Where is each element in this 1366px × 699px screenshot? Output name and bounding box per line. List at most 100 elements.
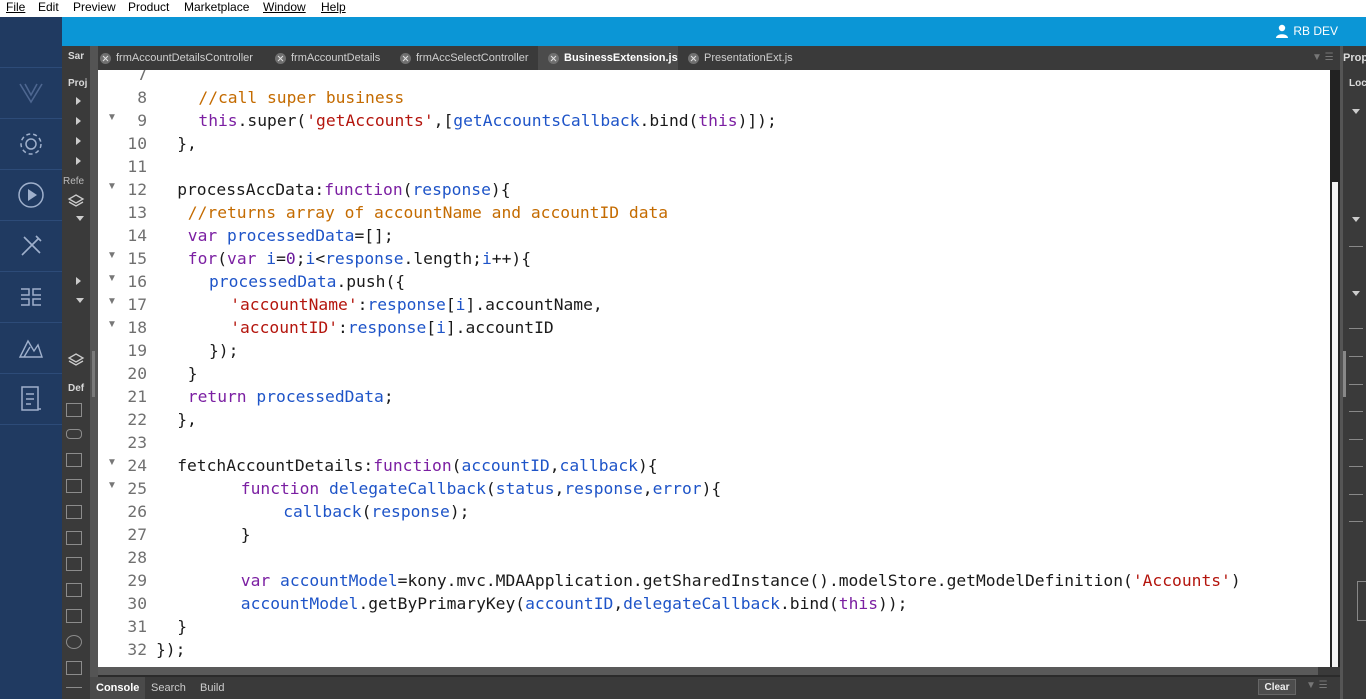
settings-gear-icon[interactable] xyxy=(0,119,62,170)
code-line[interactable]: 20} xyxy=(90,363,1330,386)
widget-textbox-icon[interactable] xyxy=(66,583,82,597)
property-item-icon[interactable] xyxy=(1349,236,1363,247)
code-line[interactable]: 32}); xyxy=(90,639,1330,662)
expand-arrow-icon[interactable] xyxy=(76,137,81,145)
expand-arrow-icon[interactable] xyxy=(76,277,81,285)
menu-marketplace[interactable]: Marketplace xyxy=(184,0,249,15)
collapse-arrow-icon[interactable] xyxy=(76,298,84,303)
tools-icon[interactable] xyxy=(0,221,62,272)
code-line[interactable]: 22}, xyxy=(90,409,1330,432)
menu-help[interactable]: Help xyxy=(321,0,346,15)
widget-checkbox-icon[interactable] xyxy=(66,505,82,519)
widget-radio-icon[interactable] xyxy=(66,635,82,649)
menu-product[interactable]: Product xyxy=(128,0,169,15)
run-play-icon[interactable] xyxy=(0,170,62,221)
widget-image-icon[interactable] xyxy=(66,557,82,571)
code-line[interactable]: 27} xyxy=(90,524,1330,547)
code-line[interactable]: ▼ 9 this.super('getAccounts',[getAccountsC… xyxy=(90,110,1330,133)
widget-list-icon[interactable] xyxy=(66,609,82,623)
tab-frmaccountdetailscontroller[interactable]: frmAccountDetailsController xyxy=(90,46,265,70)
tab-search[interactable]: Search xyxy=(145,677,192,699)
tab-frmaccountdetails[interactable]: frmAccountDetails xyxy=(265,46,390,70)
close-icon[interactable] xyxy=(548,52,559,64)
tab-console[interactable]: Console xyxy=(90,677,146,699)
property-item-icon[interactable] xyxy=(1349,484,1363,495)
user-account[interactable]: RB DEV xyxy=(1275,24,1338,38)
menu-preview[interactable]: Preview xyxy=(73,0,116,15)
property-item-icon[interactable] xyxy=(1349,346,1363,357)
widget-text-icon[interactable] xyxy=(66,661,82,675)
widget-slider-icon[interactable] xyxy=(66,687,82,699)
code-line[interactable]: 21 return processedData; xyxy=(90,386,1330,409)
widget-calendar-icon[interactable] xyxy=(66,453,82,467)
collapse-arrow-icon[interactable] xyxy=(1352,291,1360,296)
expand-arrow-icon[interactable] xyxy=(76,97,81,105)
editor-vertical-scrollbar[interactable] xyxy=(1330,70,1340,667)
menu-window[interactable]: Window xyxy=(263,0,306,15)
code-line[interactable]: 30 accountModel.getByPrimaryKey(accountID… xyxy=(90,593,1330,616)
close-icon[interactable] xyxy=(688,52,699,64)
tab-menu-icon[interactable]: ▼ ☰ xyxy=(1312,52,1334,63)
console-menu-icon[interactable]: ▼ ☰ xyxy=(1306,680,1328,691)
visualizer-logo-icon[interactable] xyxy=(0,68,62,119)
widget-window-icon[interactable] xyxy=(66,403,82,417)
code-line[interactable]: ▼ 18'accountID':response[i].accountID xyxy=(90,317,1330,340)
layers-icon[interactable] xyxy=(67,193,85,209)
editor-horizontal-scrollbar[interactable] xyxy=(90,667,1340,675)
menu-edit[interactable]: Edit xyxy=(38,0,59,15)
tab-businessextension[interactable]: BusinessExtension.js xyxy=(538,46,678,70)
menu-file[interactable]: File xyxy=(6,0,25,15)
property-item-icon[interactable] xyxy=(1349,401,1363,412)
code-line[interactable]: 31} xyxy=(90,616,1330,639)
code-line[interactable]: 14 var processedData=[]; xyxy=(90,225,1330,248)
code-line[interactable]: 7 xyxy=(90,70,1330,87)
tab-presentationext[interactable]: PresentationExt.js xyxy=(678,46,808,70)
code-line[interactable]: 19}); xyxy=(90,340,1330,363)
tab-frmaccselectcontroller[interactable]: frmAccSelectController xyxy=(390,46,538,70)
properties-scroll-thumb[interactable] xyxy=(1343,351,1346,397)
property-item-icon[interactable] xyxy=(1349,511,1363,522)
splitter-grip[interactable] xyxy=(92,351,95,397)
code-line[interactable]: 29 var accountModel=kony.mvc.MDAApplicati… xyxy=(90,570,1330,593)
expand-arrow-icon[interactable] xyxy=(76,157,81,165)
expand-arrow-icon[interactable] xyxy=(76,117,81,125)
code-line[interactable]: ▼ 25 function delegateCallback(status,resp… xyxy=(90,478,1330,501)
code-line[interactable]: 11 xyxy=(90,156,1330,179)
layers-icon[interactable] xyxy=(67,352,85,368)
property-item-icon[interactable] xyxy=(1349,429,1363,440)
code-token: //call super business xyxy=(198,88,405,107)
code-line[interactable]: ▼ 16 processedData.push({ xyxy=(90,271,1330,294)
code-line[interactable]: 8 //call super business xyxy=(90,87,1330,110)
widget-table-icon[interactable] xyxy=(66,531,82,545)
widget-button-icon[interactable] xyxy=(66,429,82,439)
code-line[interactable]: ▼ 17'accountName':response[i].accountName… xyxy=(90,294,1330,317)
collapse-arrow-icon[interactable] xyxy=(76,216,84,221)
code-line[interactable]: ▼ 24 fetchAccountDetails:function(accountI… xyxy=(90,455,1330,478)
user-icon xyxy=(1276,24,1289,38)
code-editor[interactable]: 7 8//call super business ▼ 9 this.super('get… xyxy=(90,70,1330,667)
deploy-icon[interactable] xyxy=(0,323,62,374)
property-item-icon[interactable] xyxy=(1349,456,1363,467)
collapse-arrow-icon[interactable] xyxy=(1352,109,1360,114)
widget-date-icon[interactable] xyxy=(66,479,82,493)
scroll-thumb[interactable] xyxy=(1332,182,1338,667)
close-icon[interactable] xyxy=(100,52,111,64)
clear-button[interactable]: Clear xyxy=(1258,679,1296,695)
code-line[interactable]: 13 //returns array of accountName and acc… xyxy=(90,202,1330,225)
code-line[interactable]: 10}, xyxy=(90,133,1330,156)
close-icon[interactable] xyxy=(400,52,411,64)
code-line[interactable]: ▼ 15 for(var i=0;i<response.length;i++){ xyxy=(90,248,1330,271)
collapse-arrow-icon[interactable] xyxy=(1352,217,1360,222)
property-item-icon[interactable] xyxy=(1349,318,1363,329)
left-splitter[interactable] xyxy=(90,46,98,699)
tab-build[interactable]: Build xyxy=(194,677,230,699)
code-line[interactable]: 28 xyxy=(90,547,1330,570)
document-icon[interactable] xyxy=(0,374,62,425)
code-line[interactable]: ▼ 12 processAccData:function(response){ xyxy=(90,179,1330,202)
property-item-icon[interactable] xyxy=(1349,374,1363,385)
code-line[interactable]: 23 xyxy=(90,432,1330,455)
close-icon[interactable] xyxy=(275,52,286,64)
code-line[interactable]: 26 callback(response); xyxy=(90,501,1330,524)
components-icon[interactable] xyxy=(0,272,62,323)
scroll-thumb[interactable] xyxy=(92,667,1318,675)
